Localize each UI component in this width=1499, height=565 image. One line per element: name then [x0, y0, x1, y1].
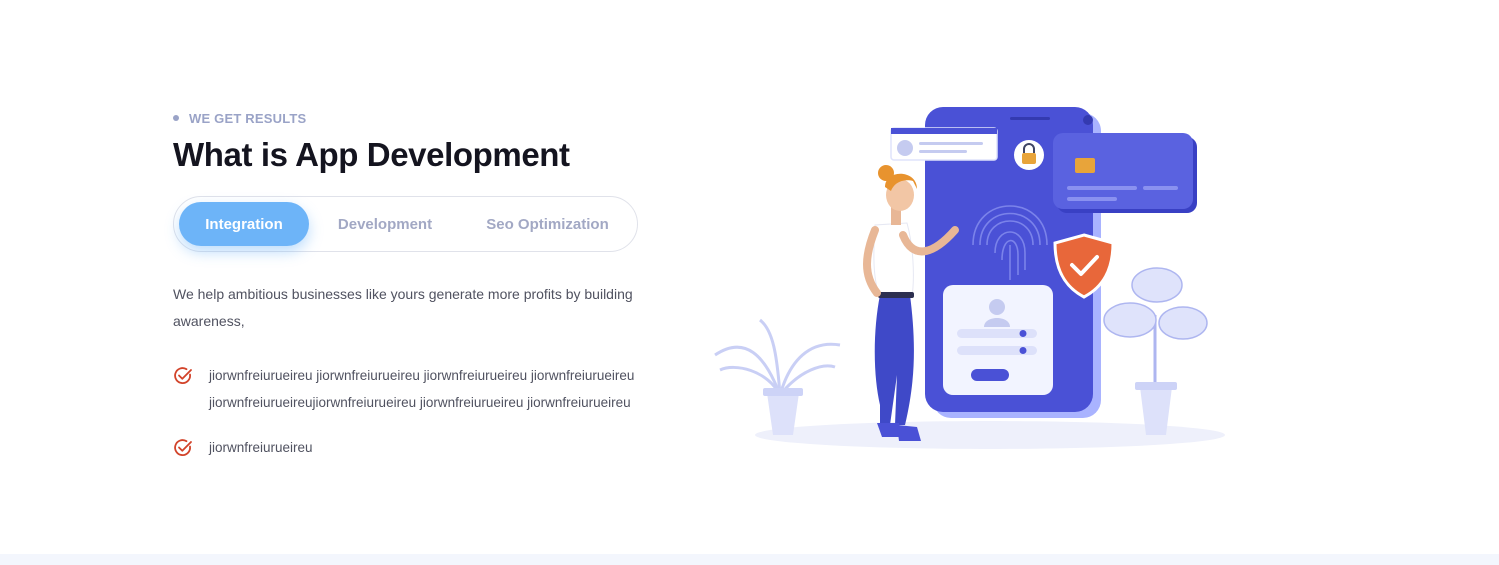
section-divider [0, 554, 1499, 565]
eyebrow: WE GET RESULTS [173, 110, 306, 126]
check-circle-icon [174, 439, 192, 456]
tab-seo-optimization[interactable]: Seo Optimization [464, 202, 631, 246]
list-item-text: jiorwnfreiurueireu jiorwnfreiurueireu ji… [209, 368, 635, 410]
user-icon [989, 299, 1005, 315]
right-plant [1103, 267, 1208, 435]
eyebrow-dot [173, 115, 179, 121]
app-illustration [714, 107, 1225, 449]
lock-icon [1014, 140, 1044, 170]
list-item-text: jiorwnfreiurueireu [209, 440, 313, 455]
browser-card [890, 127, 998, 161]
eyebrow-label: WE GET RESULTS [189, 110, 307, 126]
feature-list: jiorwnfreiurueireu jiorwnfreiurueireu ji… [173, 362, 693, 479]
login-card [943, 285, 1053, 395]
description: We help ambitious businesses like yours … [173, 286, 633, 329]
credit-card-icon [1053, 133, 1197, 213]
list-item: jiorwnfreiurueireu jiorwnfreiurueireu ji… [173, 362, 693, 416]
tab-development[interactable]: Development [319, 202, 451, 246]
tab-integration[interactable]: Integration [179, 202, 309, 246]
list-item: jiorwnfreiurueireu [173, 434, 693, 461]
tab-bar: Integration Development Seo Optimization [173, 196, 638, 252]
check-circle-icon [174, 367, 192, 384]
left-plant [714, 318, 841, 435]
page-title: What is App Development [173, 136, 570, 173]
